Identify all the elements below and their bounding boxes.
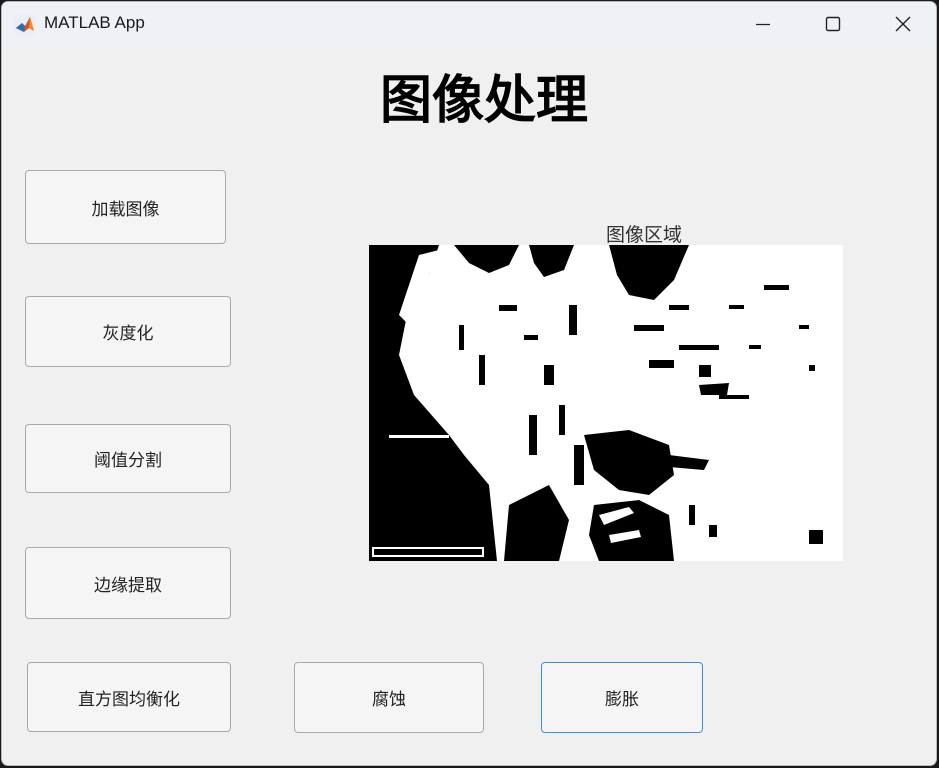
close-icon <box>895 16 911 32</box>
image-axes[interactable] <box>369 245 843 561</box>
threshold-segment-button[interactable]: 阈值分割 <box>25 424 231 493</box>
image-area-title: 图像区域 <box>606 224 683 246</box>
matlab-logo-icon <box>14 14 36 36</box>
minimize-icon <box>756 23 770 26</box>
window-title: MATLAB App <box>44 13 145 32</box>
title-bar[interactable]: MATLAB App <box>2 2 936 46</box>
maximize-button[interactable] <box>798 2 868 46</box>
page-title: 图像处理 <box>379 71 588 131</box>
grayscale-button[interactable]: 灰度化 <box>25 296 231 367</box>
minimize-button[interactable] <box>728 2 798 46</box>
app-window: MATLAB App 图像处理 加载图像 灰度化 阈值分割 边缘提取 直方图均衡… <box>1 1 937 766</box>
histogram-equalize-button[interactable]: 直方图均衡化 <box>27 662 231 732</box>
binary-image <box>369 245 843 561</box>
erode-button[interactable]: 腐蚀 <box>294 662 484 733</box>
edge-extract-button[interactable]: 边缘提取 <box>25 547 231 619</box>
close-button[interactable] <box>868 2 936 46</box>
load-image-button[interactable]: 加载图像 <box>25 170 226 244</box>
dilate-button[interactable]: 膨胀 <box>541 662 703 733</box>
maximize-icon <box>825 16 841 32</box>
